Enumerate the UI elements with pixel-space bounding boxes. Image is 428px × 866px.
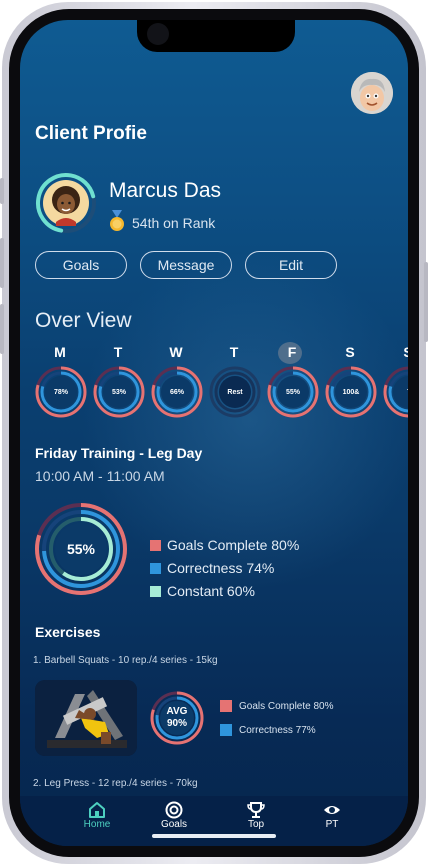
tab-label: Goals (160, 819, 188, 830)
medal-icon (108, 210, 126, 235)
tab-label: Top (247, 819, 265, 830)
day-label[interactable]: S (378, 344, 408, 360)
avg-value: AVG 90% (149, 690, 205, 746)
edit-button[interactable]: Edit (245, 251, 337, 279)
day-value: 53% (111, 388, 126, 396)
legend-label: Correctness 77% (239, 724, 316, 736)
tab-home[interactable]: Home (67, 801, 127, 830)
tab-label: PT (325, 819, 339, 830)
day-label[interactable]: S (320, 344, 380, 360)
rank-text: 54th on Rank (132, 214, 216, 231)
overview-title: Over View (35, 309, 132, 332)
day-value: 100& (342, 388, 360, 396)
legend-label: Goals Complete 80% (167, 537, 300, 553)
constant-swatch (150, 585, 161, 597)
exercises-title: Exercises (35, 624, 101, 640)
client-name: Marcus Das (109, 179, 222, 202)
message-button[interactable]: Message (140, 251, 232, 279)
tab-label: Home (83, 819, 111, 830)
day-value: Rest (227, 388, 243, 396)
correctness-swatch (150, 562, 161, 574)
exercise-item[interactable]: 1. Barbell Squats - 10 rep./4 series - 1… (33, 655, 218, 666)
day-label[interactable]: F (262, 344, 322, 360)
rank-row: 54th on Rank (108, 210, 215, 235)
day-value: 55% (285, 388, 300, 396)
exercise-legend-correctness: Correctness 77% (220, 724, 316, 736)
user-avatar[interactable] (351, 72, 393, 114)
legend-label: Constant 60% (167, 583, 255, 599)
eye-icon (302, 801, 362, 819)
home-icon (67, 801, 127, 819)
legend-correctness: Correctness 74% (150, 560, 274, 576)
power-button (424, 262, 428, 342)
training-time: 10:00 AM - 11:00 AM (35, 468, 165, 484)
avg-label: AVG (166, 706, 188, 717)
legend-label: Correctness 74% (167, 560, 275, 576)
target-icon (144, 801, 204, 819)
front-camera (147, 23, 169, 45)
home-indicator (152, 834, 276, 838)
training-percent: 55% (66, 541, 96, 557)
notch (137, 20, 295, 52)
exercise-legend-goals: Goals Complete 80% (220, 700, 334, 712)
day-label[interactable]: T (204, 344, 264, 360)
legend-constant: Constant 60% (150, 583, 255, 599)
app-screen: Client Profie Marcus Das 54th on Rank Go… (20, 20, 408, 846)
day-label[interactable]: W (146, 344, 206, 360)
page-title: Client Profie (35, 123, 147, 144)
tab-top[interactable]: Top (226, 801, 286, 830)
goals-swatch (220, 700, 232, 712)
day-label[interactable]: M (30, 344, 90, 360)
legend-label: Goals Complete 80% (239, 700, 334, 712)
client-avatar (35, 172, 97, 234)
volume-up-button (0, 238, 4, 288)
day-value: 78% (53, 388, 68, 396)
exercise-image[interactable] (35, 680, 137, 756)
volume-down-button (0, 304, 4, 354)
silent-switch (0, 178, 4, 204)
avg-percent: 90% (166, 718, 187, 729)
day-label[interactable]: T (88, 344, 148, 360)
tab-pt[interactable]: PT (302, 801, 362, 830)
goals-button[interactable]: Goals (35, 251, 127, 279)
tab-goals[interactable]: Goals (144, 801, 204, 830)
legend-goals: Goals Complete 80% (150, 537, 299, 553)
training-title: Friday Training - Leg Day (35, 445, 203, 461)
exercise-item[interactable]: 2. Leg Press - 12 rep./4 series - 70kg (33, 778, 198, 789)
goals-swatch (150, 539, 161, 551)
correctness-swatch (220, 724, 232, 736)
trophy-icon (226, 801, 286, 819)
day-value: 7 (383, 366, 408, 418)
day-value: 66% (169, 388, 184, 396)
